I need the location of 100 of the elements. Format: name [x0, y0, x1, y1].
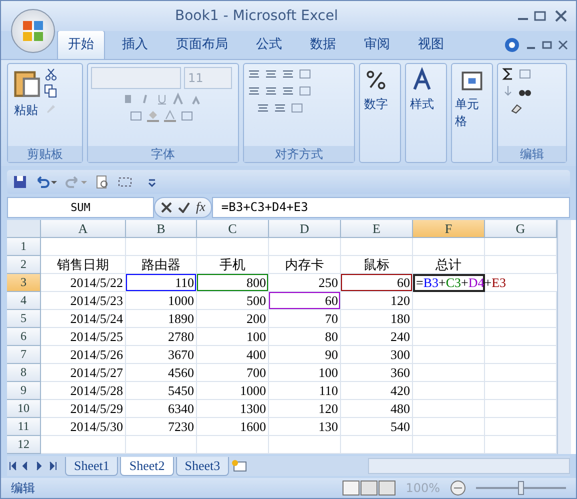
zoom-out-icon[interactable] — [450, 480, 466, 496]
table-cell: 7230 — [126, 418, 197, 436]
table-cell: 2014/5/24 — [41, 310, 126, 328]
column-header[interactable]: B — [126, 220, 197, 238]
table-cell: 700 — [197, 364, 269, 382]
column-header[interactable]: A — [41, 220, 126, 238]
group-label: 剪贴板 — [8, 146, 82, 162]
paste-button[interactable]: 粘贴 — [14, 102, 38, 119]
table-cell: 3670 — [126, 346, 197, 364]
group-label: 对齐方式 — [244, 146, 354, 162]
ribbon-tab[interactable]: 页面布局 — [165, 30, 239, 59]
table-cell: 销售日期 — [41, 256, 126, 274]
copy-icon[interactable] — [44, 84, 58, 98]
insert-function-button[interactable]: fx — [196, 199, 206, 215]
cancel-icon[interactable] — [161, 202, 172, 212]
table-cell: 800 — [197, 274, 269, 292]
empty-cell — [413, 238, 485, 256]
print-preview-icon[interactable] — [95, 175, 109, 189]
row-header[interactable]: 9 — [7, 382, 41, 400]
empty-cell — [485, 292, 557, 310]
ribbon-tab[interactable]: 审阅 — [353, 30, 401, 59]
sum-icon[interactable] — [501, 67, 515, 81]
check-icon[interactable] — [178, 202, 190, 212]
row-header[interactable]: 10 — [7, 400, 41, 418]
table-cell: 120 — [341, 292, 413, 310]
row-header[interactable]: 2 — [7, 256, 41, 274]
column-header[interactable]: G — [485, 220, 557, 238]
window-title: Book1 - Microsoft Excel — [174, 8, 339, 24]
row-header[interactable]: 4 — [7, 292, 41, 310]
table-cell: 1600 — [197, 418, 269, 436]
table-cell: 2014/5/25 — [41, 328, 126, 346]
empty-cell — [485, 436, 557, 454]
row-header[interactable]: 1 — [7, 238, 41, 256]
table-cell: 110 — [269, 382, 341, 400]
row-header[interactable]: 7 — [7, 346, 41, 364]
ribbon-tab[interactable]: 数据 — [299, 30, 347, 59]
empty-cell — [413, 310, 485, 328]
row-header[interactable]: 5 — [7, 310, 41, 328]
font-name-field[interactable] — [91, 67, 181, 89]
ribbon-tab[interactable]: 开始 — [57, 30, 105, 59]
row-header[interactable]: 6 — [7, 328, 41, 346]
font-color-icon[interactable] — [163, 109, 177, 123]
restore-icon[interactable] — [542, 40, 552, 50]
group-label: 编辑 — [498, 146, 566, 162]
column-header[interactable]: E — [341, 220, 413, 238]
name-box[interactable]: SUM — [7, 196, 154, 218]
table-cell: 540 — [341, 418, 413, 436]
ribbon-tab[interactable]: 插入 — [111, 30, 159, 59]
empty-cell — [413, 436, 485, 454]
empty-cell — [485, 238, 557, 256]
number-button[interactable]: 数字 — [364, 96, 388, 113]
insert-sheet-icon[interactable] — [231, 459, 250, 473]
cells-button[interactable]: 单元格 — [455, 96, 489, 130]
sheet-tab[interactable]: Sheet1 — [65, 456, 118, 476]
styles-button[interactable]: 样式 — [410, 96, 434, 113]
formula-field[interactable]: =B3+C3+D4+E3 — [212, 196, 570, 218]
empty-cell — [197, 436, 269, 454]
vertical-scrollbar[interactable] — [557, 220, 571, 454]
close-icon[interactable] — [558, 40, 568, 50]
undo-icon[interactable] — [35, 175, 57, 189]
view-buttons-icon[interactable] — [342, 480, 396, 496]
office-button[interactable] — [11, 9, 55, 53]
empty-cell — [485, 256, 557, 274]
maximize-icon[interactable] — [534, 11, 546, 21]
column-header[interactable]: F — [413, 220, 485, 238]
table-cell: 180 — [341, 310, 413, 328]
empty-cell — [485, 310, 557, 328]
row-header[interactable]: 3 — [7, 274, 41, 292]
column-header[interactable]: D — [269, 220, 341, 238]
table-cell: 鼠标 — [341, 256, 413, 274]
column-header[interactable]: C — [197, 220, 269, 238]
row-header[interactable]: 12 — [7, 436, 41, 454]
empty-cell — [413, 292, 485, 310]
horizontal-scrollbar[interactable] — [368, 458, 570, 474]
zoom-slider-thumb[interactable] — [518, 481, 524, 495]
group-label: 字体 — [88, 146, 238, 162]
help-icon[interactable] — [504, 37, 520, 53]
scissors-icon[interactable] — [44, 67, 58, 81]
table-cell: 2780 — [126, 328, 197, 346]
table-cell: 6340 — [126, 400, 197, 418]
empty-cell — [269, 436, 341, 454]
row-header[interactable]: 11 — [7, 418, 41, 436]
save-icon[interactable] — [13, 175, 27, 189]
table-cell: 总计 — [413, 256, 485, 274]
row-header[interactable]: 8 — [7, 364, 41, 382]
table-cell: 500 — [197, 292, 269, 310]
table-cell: 120 — [269, 400, 341, 418]
fill-color-icon[interactable] — [146, 109, 160, 123]
sheet-tab[interactable]: Sheet3 — [176, 456, 230, 476]
table-cell: 130 — [269, 418, 341, 436]
sheet-tab[interactable]: Sheet2 — [120, 456, 174, 476]
table-cell: 300 — [341, 346, 413, 364]
table-cell: 420 — [341, 382, 413, 400]
ribbon-tab[interactable]: 视图 — [407, 30, 455, 59]
ribbon-tab[interactable]: 公式 — [245, 30, 293, 59]
empty-cell — [413, 346, 485, 364]
table-cell: 400 — [197, 346, 269, 364]
status-mode: 编辑 — [11, 480, 35, 496]
table-cell: 2014/5/30 — [41, 418, 126, 436]
empty-cell — [341, 238, 413, 256]
